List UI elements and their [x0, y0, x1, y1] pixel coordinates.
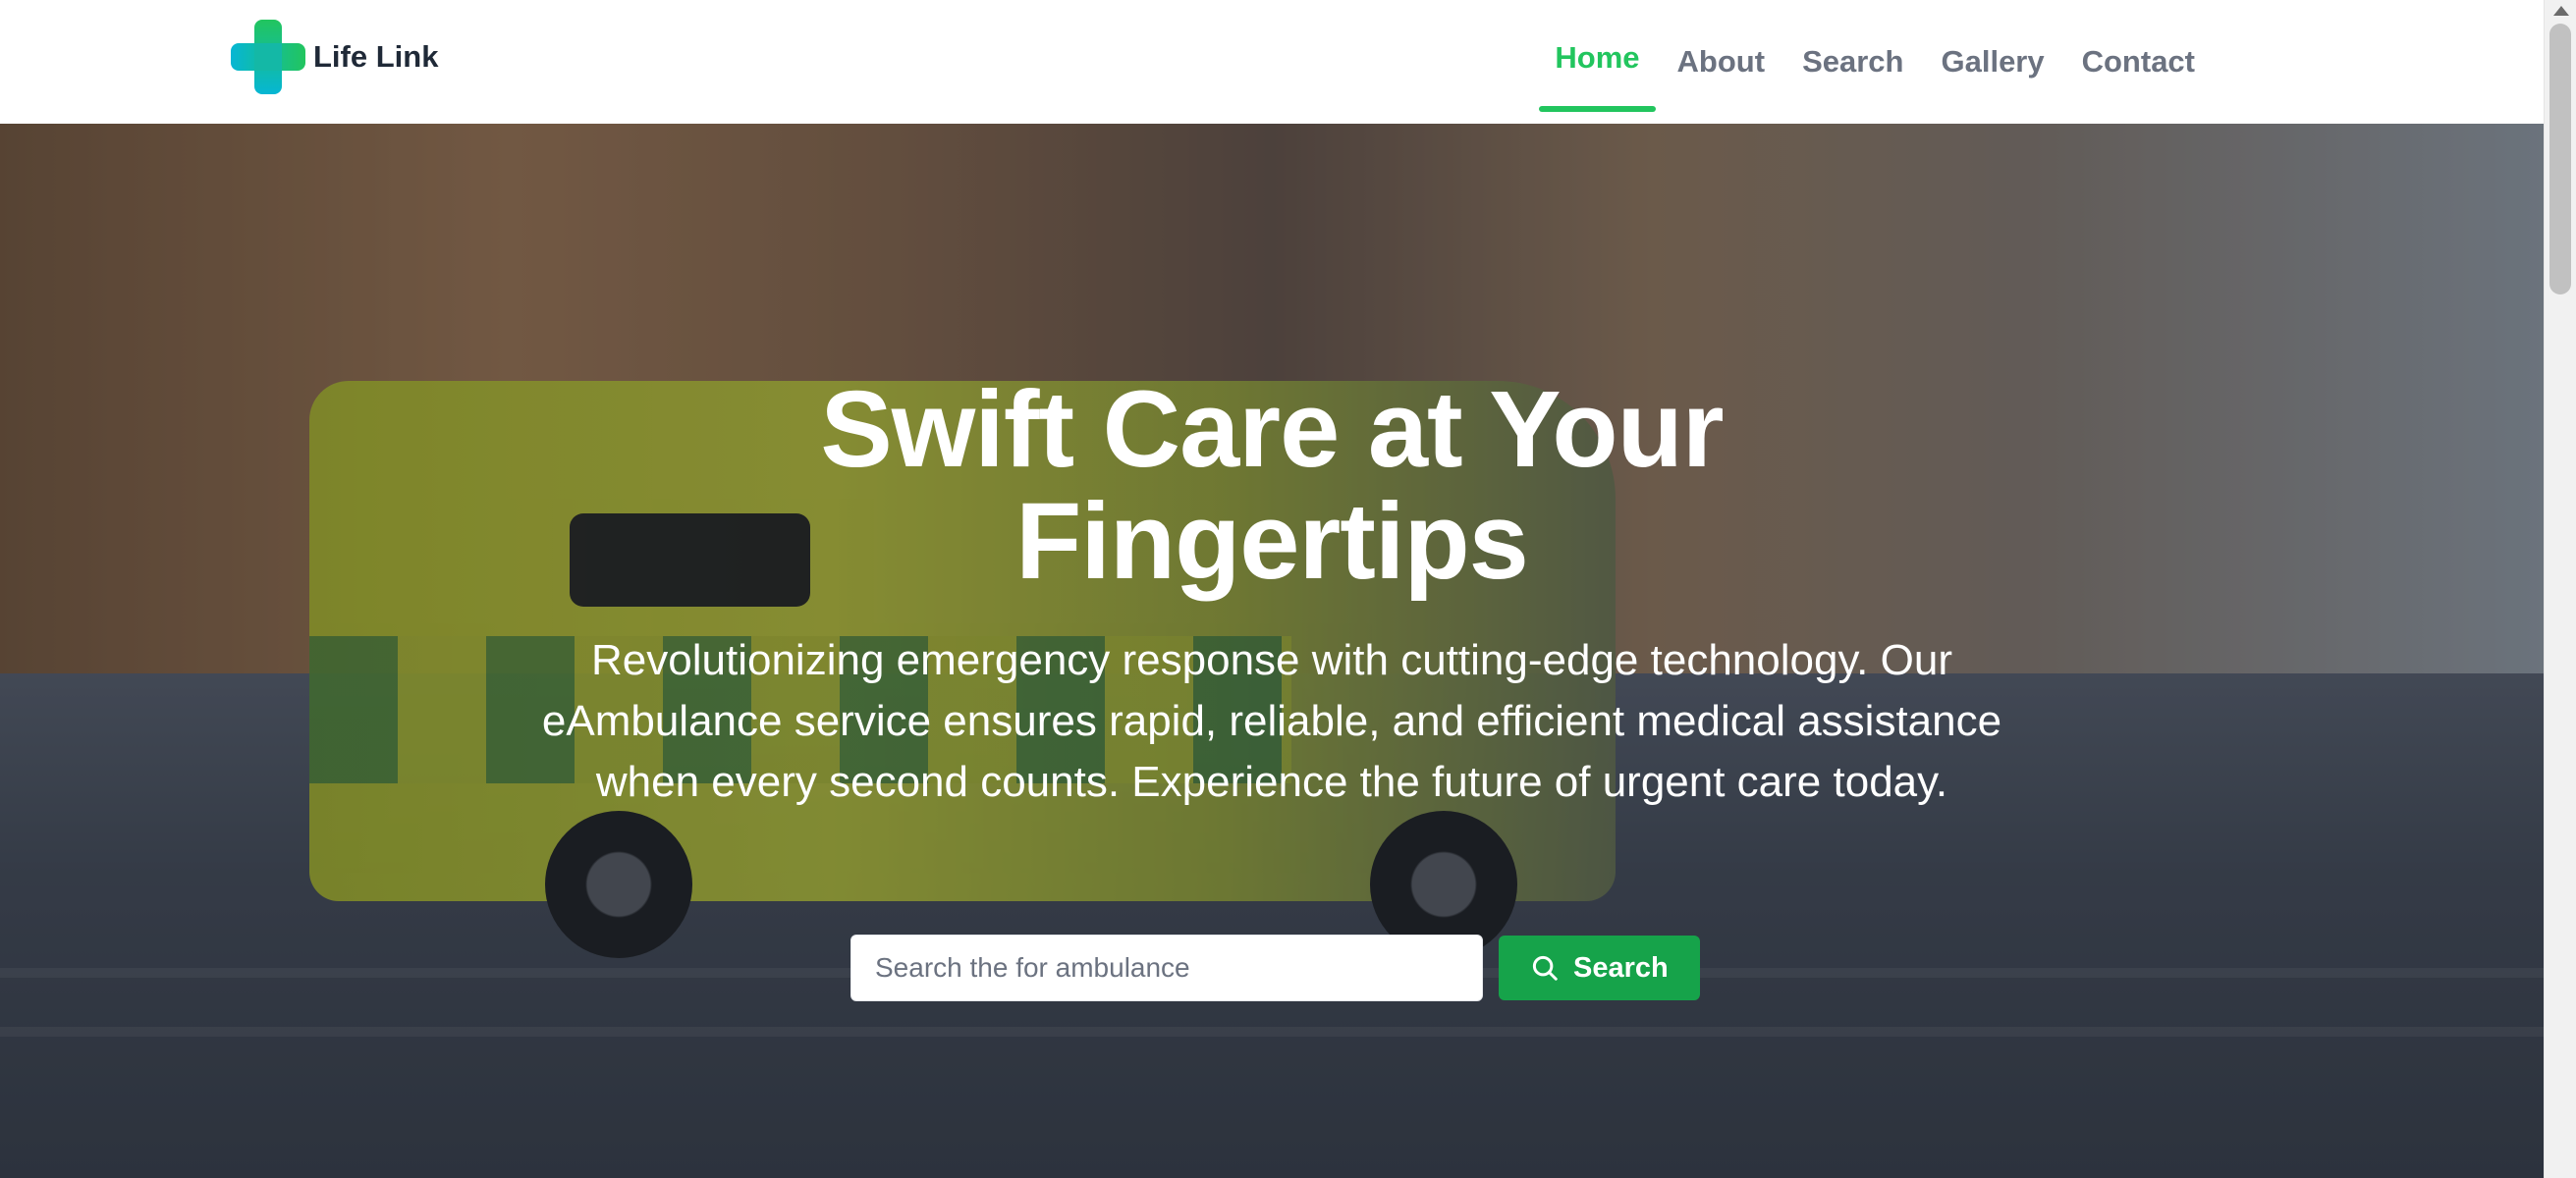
nav-item-search[interactable]: Search: [1802, 0, 1903, 124]
brand-name: Life Link: [313, 39, 439, 74]
vertical-scrollbar[interactable]: [2544, 0, 2576, 1178]
hero-title-line2: Fingertips: [1015, 481, 1529, 602]
main-nav: Home About Search Gallery Contact: [1539, 0, 2195, 124]
medical-cross-icon: [231, 20, 305, 94]
search-input[interactable]: [850, 935, 1483, 1001]
nav-item-label: Gallery: [1941, 44, 2045, 79]
search-icon: [1532, 955, 1558, 981]
brand[interactable]: Life Link: [231, 20, 438, 94]
nav-item-label: Contact: [2081, 44, 2195, 79]
scrollbar-thumb[interactable]: [2549, 24, 2571, 294]
active-indicator: [1539, 106, 1656, 112]
nav-item-home[interactable]: Home: [1539, 0, 1656, 124]
nav-item-gallery[interactable]: Gallery: [1941, 0, 2044, 124]
search-button[interactable]: Search: [1499, 936, 1700, 1000]
top-navbar: Life Link Home About Search Gallery Cont…: [0, 0, 2544, 124]
nav-item-label: About: [1676, 44, 1766, 79]
scroll-up-arrow-icon[interactable]: [2553, 6, 2569, 16]
nav-item-label: Search: [1802, 44, 1904, 79]
nav-item-label: Home: [1555, 40, 1640, 75]
nav-item-about[interactable]: About: [1677, 0, 1766, 124]
hero-subtitle: Revolutionizing emergency response with …: [541, 636, 2002, 806]
hero-title-line1: Swift Care at Your: [820, 369, 1724, 490]
search-form: Search: [850, 935, 1700, 1001]
hero-title: Swift Care at Your Fingertips: [0, 374, 2544, 598]
nav-item-contact[interactable]: Contact: [2082, 0, 2195, 124]
search-button-label: Search: [1573, 951, 1669, 984]
hero-section: Swift Care at Your Fingertips Revolution…: [0, 124, 2544, 1178]
